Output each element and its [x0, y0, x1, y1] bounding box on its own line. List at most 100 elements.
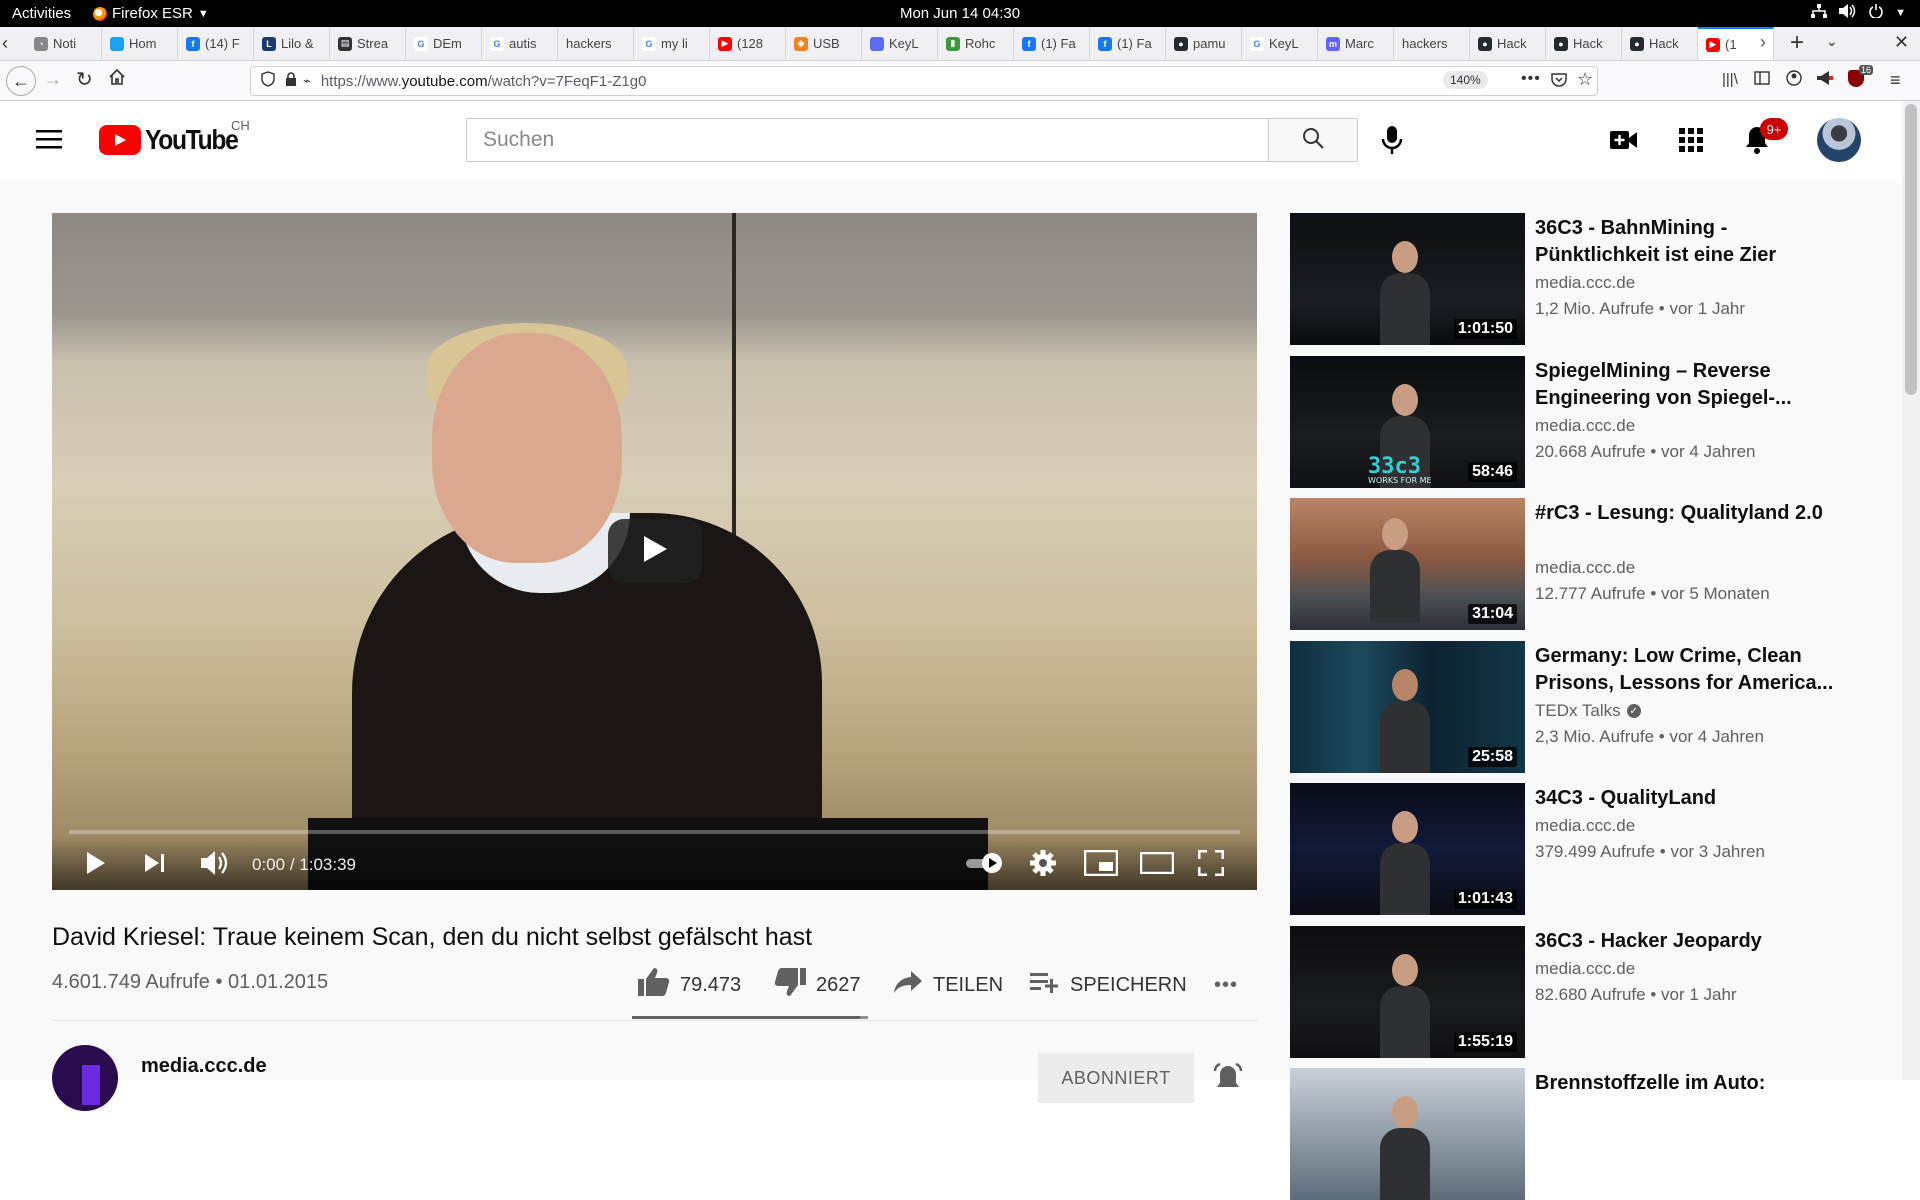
recommended-video[interactable]: 31:04 #rC3 - Lesung: Qualityland 2.0 media… — [1290, 498, 1890, 630]
browser-tab[interactable]: ▤ Strea — [330, 27, 406, 60]
search-input[interactable]: Suchen — [466, 118, 1270, 162]
browser-tab[interactable]: Gmy li — [634, 27, 710, 60]
url-bar[interactable]: ⌁ https://www.youtube.com/watch?v=7FeqF1… — [250, 66, 1598, 96]
account-avatar[interactable] — [1817, 118, 1861, 162]
account-icon[interactable] — [1786, 70, 1802, 91]
video-thumbnail[interactable]: 1:01:50 — [1290, 213, 1525, 345]
recommended-video[interactable]: 25:58 Germany: Low Crime, Clean Prisons, … — [1290, 640, 1890, 773]
recommended-video[interactable]: 1:55:19 36C3 - Hacker Jeopardy media.ccc.d… — [1290, 925, 1890, 1058]
video-player[interactable]: 0:00 / 1:03:39 — [52, 213, 1257, 890]
theater-mode-button[interactable] — [1140, 849, 1174, 877]
recommended-video-channel[interactable]: media.ccc.de — [1535, 273, 1635, 293]
browser-tab[interactable]: f (14) F — [178, 27, 254, 60]
browser-tab[interactable]: hackers — [1394, 27, 1470, 60]
browser-tab[interactable]: G KeyL — [1242, 27, 1318, 60]
video-thumbnail[interactable]: 1:55:19 — [1290, 925, 1525, 1058]
browser-tab[interactable]: KeyL — [862, 27, 938, 60]
back-button[interactable]: ← — [6, 66, 36, 96]
browser-tab[interactable]: f (1) Fa — [1090, 27, 1166, 60]
browser-tab[interactable]: f (1) Fa — [1014, 27, 1090, 60]
url-text[interactable]: https://www.youtube.com/watch?v=7FeqF1-Z… — [321, 73, 647, 90]
create-video-icon[interactable] — [1610, 130, 1638, 155]
tab-scroll-left-icon[interactable]: ‹ — [2, 33, 24, 54]
close-window-icon[interactable]: ✕ — [1894, 32, 1909, 53]
recommended-video[interactable]: 1:01:50 36C3 - BahnMining - Pünktlichkeit… — [1290, 213, 1890, 345]
play-button[interactable] — [86, 849, 106, 877]
search-button[interactable] — [1268, 118, 1358, 162]
browser-tab[interactable]: L Lilo & — [254, 27, 330, 60]
channel-avatar[interactable] — [52, 1045, 118, 1111]
miniplayer-button[interactable] — [1084, 849, 1118, 877]
video-progress-bar[interactable] — [69, 830, 1240, 834]
settings-gear-icon[interactable] — [1030, 849, 1056, 877]
tab-scroll-right-icon[interactable]: › — [1760, 32, 1766, 53]
youtube-logo[interactable]: YouTube — [99, 124, 250, 156]
recommended-video-channel[interactable]: media.ccc.de — [1535, 416, 1635, 436]
dislike-button[interactable]: 2627 — [774, 965, 861, 1005]
sidebar-toggle-icon[interactable] — [1754, 71, 1770, 90]
recommended-video-title[interactable]: 36C3 - Hacker Jeopardy — [1535, 928, 1835, 955]
browser-tab[interactable]: ● Hack — [1470, 27, 1546, 60]
autoplay-toggle[interactable] — [964, 849, 1006, 877]
apps-grid-icon[interactable] — [1679, 128, 1703, 157]
bookmark-star-icon[interactable]: ☆ — [1577, 69, 1593, 90]
clock[interactable]: Mon Jun 14 04:30 — [0, 5, 1920, 22]
library-icon[interactable]: |||\ — [1722, 71, 1738, 88]
video-thumbnail[interactable]: 25:58 — [1290, 640, 1525, 773]
save-to-playlist-button[interactable]: SPEICHERN — [1030, 965, 1187, 1005]
tracking-protection-icon[interactable] — [261, 71, 275, 91]
permissions-icon[interactable]: ⌁ — [303, 73, 311, 89]
page-actions-icon[interactable]: ••• — [1521, 70, 1541, 88]
recommended-video-title[interactable]: Brennstoffzelle im Auto: — [1535, 1070, 1835, 1097]
browser-tab[interactable]: ● pamu — [1166, 27, 1242, 60]
browser-tab[interactable]: ▶ (128 — [710, 27, 786, 60]
recommended-video-title[interactable]: #rC3 - Lesung: Qualityland 2.0 — [1535, 500, 1835, 527]
browser-tab[interactable]: ◔ Noti — [26, 27, 102, 60]
video-thumbnail[interactable]: 31:04 — [1290, 498, 1525, 630]
system-tray[interactable]: ▼ — [1811, 4, 1906, 22]
pocket-icon[interactable] — [1551, 72, 1567, 91]
share-button[interactable]: TEILEN — [893, 965, 1003, 1005]
voice-search-microphone-icon[interactable] — [1381, 126, 1403, 159]
recommended-video-channel[interactable]: media.ccc.de — [1535, 558, 1635, 578]
page-scrollbar-thumb[interactable] — [1905, 104, 1917, 395]
browser-tab[interactable]: ▮ Rohc — [938, 27, 1014, 60]
channel-name[interactable]: media.ccc.de — [141, 1055, 267, 1078]
browser-tab[interactable]: ◆ USB — [786, 27, 862, 60]
lock-icon[interactable] — [285, 72, 297, 90]
browser-tab[interactable]: m Marc — [1318, 27, 1394, 60]
browser-tab[interactable]: Gautis — [482, 27, 558, 60]
hamburger-menu-icon[interactable]: ≡ — [1890, 70, 1901, 91]
like-button[interactable]: 79.473 — [638, 965, 741, 1005]
recommended-video-channel[interactable]: TEDx Talks ✓ — [1535, 701, 1641, 721]
recommended-video-title[interactable]: SpiegelMining – Reverse Engineering von … — [1535, 358, 1835, 412]
browser-tab[interactable]: ● Hack — [1546, 27, 1622, 60]
recommended-video[interactable]: 1:01:43 34C3 - QualityLand media.ccc.de 379… — [1290, 783, 1890, 915]
recommended-video-channel[interactable]: media.ccc.de — [1535, 816, 1635, 836]
forward-button[interactable]: → — [44, 69, 62, 90]
recommended-video[interactable]: 33c3 WORKS FOR ME 58:46 SpiegelMining – Rev… — [1290, 355, 1890, 488]
reload-button[interactable]: ↻ — [76, 67, 93, 92]
recommended-video-title[interactable]: Germany: Low Crime, Clean Prisons, Lesso… — [1535, 643, 1835, 697]
guide-menu-icon[interactable] — [36, 128, 62, 155]
more-actions-button[interactable]: ••• — [1214, 965, 1238, 1005]
video-thumbnail[interactable]: 33c3 WORKS FOR ME 58:46 — [1290, 355, 1525, 488]
browser-tab[interactable]: Hom — [102, 27, 178, 60]
recommended-video-title[interactable]: 36C3 - BahnMining - Pünktlichkeit ist ei… — [1535, 215, 1835, 269]
video-thumbnail[interactable] — [1290, 1068, 1525, 1200]
fullscreen-button[interactable] — [1198, 849, 1224, 877]
browser-tab[interactable]: G DEm — [406, 27, 482, 60]
recommended-video-title[interactable]: 34C3 - QualityLand — [1535, 785, 1835, 812]
announce-extension-icon[interactable] — [1816, 70, 1834, 91]
recommended-video[interactable]: Brennstoffzelle im Auto: — [1290, 1068, 1890, 1200]
new-tab-button[interactable]: + — [1790, 29, 1804, 57]
browser-tab[interactable]: ● Hack — [1622, 27, 1698, 60]
notification-bell-icon[interactable] — [1212, 1062, 1244, 1100]
video-thumbnail[interactable]: 1:01:43 — [1290, 783, 1525, 915]
home-button[interactable] — [108, 68, 126, 91]
list-all-tabs-icon[interactable]: ⌄ — [1826, 33, 1838, 50]
volume-button[interactable] — [200, 849, 230, 877]
large-play-button[interactable] — [608, 519, 702, 583]
browser-tab[interactable]: hackers — [558, 27, 634, 60]
subscribed-button[interactable]: ABONNIERT — [1038, 1053, 1194, 1103]
